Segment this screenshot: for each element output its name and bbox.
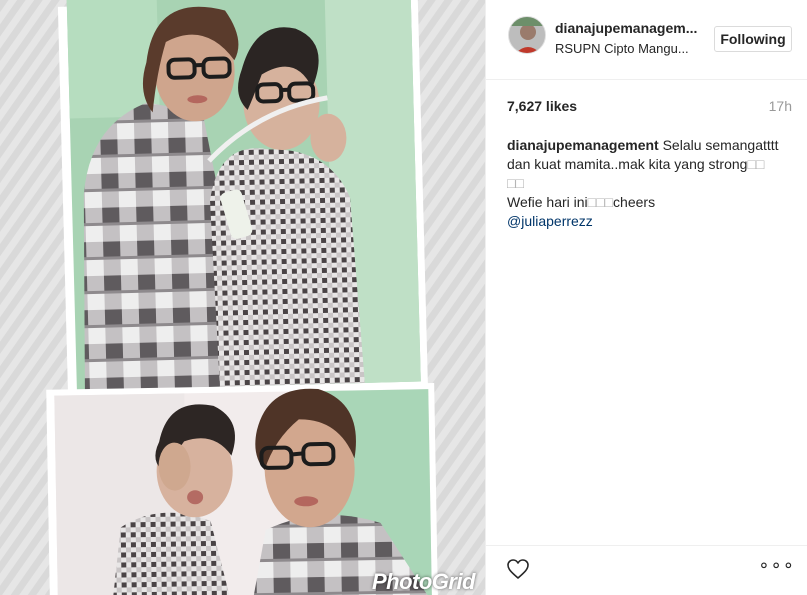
emoji-placeholder: □□□ bbox=[587, 194, 614, 210]
photo-collage bbox=[0, 0, 485, 595]
post-actions: ∘∘∘ bbox=[486, 545, 807, 595]
caption-username[interactable]: dianajupemanagement bbox=[507, 137, 659, 153]
caption-text-4a: Wefie hari ini bbox=[507, 194, 588, 210]
post-side-panel: dianajupemanagem... RSUPN Cipto Mangu...… bbox=[485, 0, 807, 595]
avatar-image bbox=[509, 17, 545, 53]
post-timestamp[interactable]: 17h bbox=[769, 98, 792, 114]
username-link[interactable]: dianajupemanagem... bbox=[555, 20, 697, 36]
caption-text-2: dan kuat mamita..mak kita yang strong bbox=[507, 156, 748, 172]
emoji-placeholder: □□ bbox=[507, 175, 524, 191]
more-options-icon[interactable]: ∘∘∘ bbox=[758, 555, 795, 576]
post-photo[interactable]: PhotoGrid bbox=[0, 0, 485, 595]
mention-link[interactable]: @juliaperrezz bbox=[507, 213, 593, 229]
avatar[interactable] bbox=[508, 16, 546, 54]
caption: dianajupemanagement Selalu semangatttt d… bbox=[507, 136, 797, 231]
likes-count[interactable]: 7,627 likes bbox=[507, 98, 577, 114]
caption-line-3: □□ bbox=[507, 174, 797, 193]
caption-line-4: Wefie hari ini□□□cheers bbox=[507, 193, 797, 212]
top-photo-card bbox=[57, 0, 429, 399]
caption-line-5: @juliaperrezz bbox=[507, 212, 797, 231]
heart-icon[interactable] bbox=[506, 557, 530, 581]
photogrid-watermark: PhotoGrid bbox=[371, 569, 476, 594]
post-header: dianajupemanagem... RSUPN Cipto Mangu...… bbox=[486, 0, 807, 80]
caption-line-2: dan kuat mamita..mak kita yang strong□□ bbox=[507, 155, 797, 174]
caption-line-1: dianajupemanagement Selalu semangatttt bbox=[507, 136, 797, 155]
caption-text-1: Selalu semangatttt bbox=[662, 137, 779, 153]
following-button[interactable]: Following bbox=[714, 26, 792, 52]
caption-text-4b: cheers bbox=[613, 194, 656, 210]
location-link[interactable]: RSUPN Cipto Mangu... bbox=[555, 41, 689, 56]
bottom-photo-card bbox=[46, 383, 438, 595]
emoji-placeholder: □□ bbox=[747, 156, 765, 172]
